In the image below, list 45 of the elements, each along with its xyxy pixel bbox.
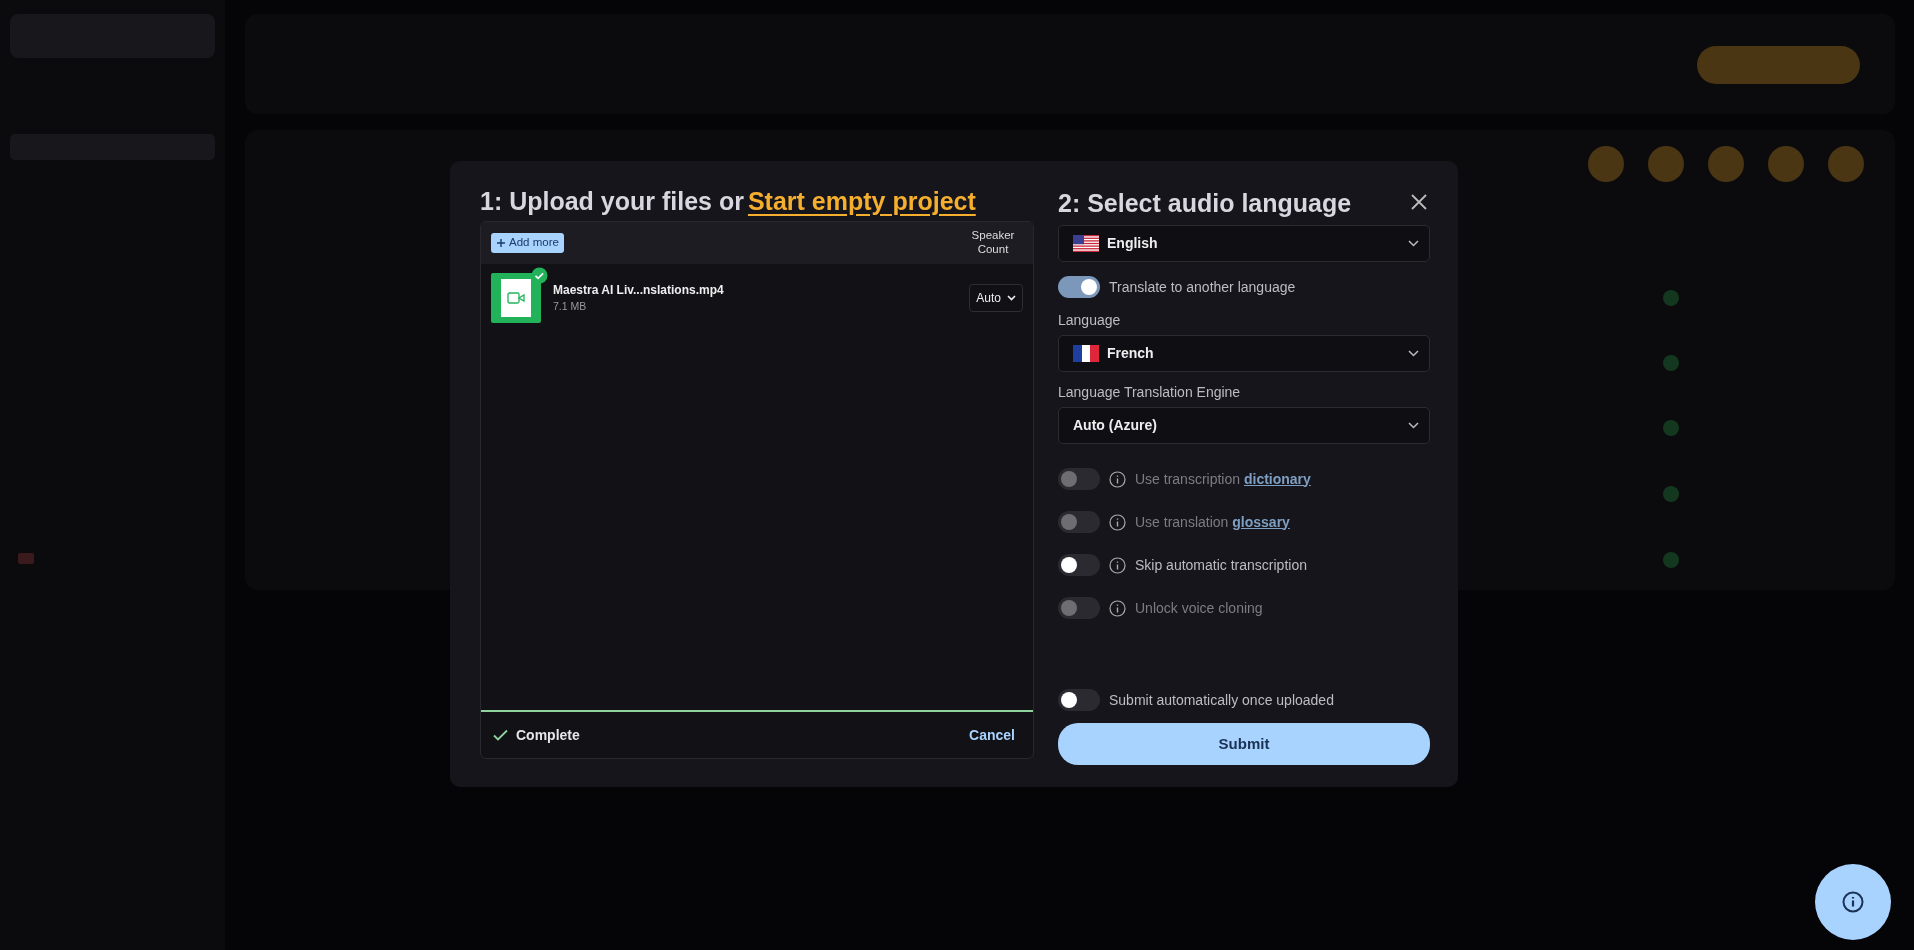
language-select[interactable]: English (1058, 225, 1430, 262)
toggle-label: Submit automatically once uploaded (1109, 690, 1334, 710)
status-dot (1663, 420, 1679, 436)
info-icon[interactable] (1109, 470, 1126, 488)
option-label: Unlock voice cloning (1135, 598, 1263, 618)
toggle-switch[interactable] (1058, 554, 1100, 576)
chevron-down-icon (1007, 295, 1016, 301)
info-icon[interactable] (1109, 513, 1126, 531)
dialog-heading: 2: Select audio language (1058, 188, 1352, 219)
option-label: Use transcription dictionary (1135, 469, 1311, 489)
info-icon[interactable] (1109, 599, 1126, 617)
chevron-down-icon (1408, 350, 1419, 357)
status-dot (1663, 552, 1679, 568)
france-flag-icon (1073, 345, 1099, 362)
cancel-button[interactable]: Cancel (963, 723, 1021, 747)
field-label: Language (1058, 311, 1122, 330)
video-camera-icon (507, 292, 525, 304)
field-label: Language Translation Engine (1058, 383, 1242, 402)
chevron-down-icon (1408, 422, 1419, 429)
toggle-switch[interactable] (1058, 689, 1100, 711)
column-header: Speaker Count (970, 229, 1016, 257)
file-name: Maestra AI Liv...nslations.mp4 (553, 282, 724, 300)
add-more-button[interactable]: Add more (491, 233, 564, 253)
speaker-count-select[interactable]: Auto (969, 284, 1023, 312)
engine-select[interactable]: Auto (Azure) (1058, 407, 1430, 444)
info-icon[interactable] (1109, 556, 1126, 574)
toggle-label: Translate to another language (1109, 277, 1296, 297)
status-dot (1663, 486, 1679, 502)
language-select[interactable]: French (1058, 335, 1430, 372)
chevron-down-icon (1408, 240, 1419, 247)
plus-icon (496, 238, 506, 248)
flag-icon (18, 553, 34, 564)
start-empty-project-link[interactable]: Start empty project (747, 187, 976, 215)
status-dot (1663, 290, 1679, 306)
submit-button[interactable]: Submit (1058, 723, 1430, 765)
file-size: 7.1 MB (553, 299, 588, 315)
option-label: Use translation glossary (1135, 512, 1290, 532)
toggle-switch[interactable] (1058, 276, 1100, 298)
dialog-heading: 1: Upload your files or (480, 187, 744, 215)
check-icon (493, 729, 508, 741)
info-icon (1842, 891, 1864, 913)
status-dot (1663, 355, 1679, 371)
upload-status: Complete (516, 725, 580, 745)
us-flag-icon (1073, 235, 1099, 252)
option-label: Skip automatic transcription (1135, 555, 1307, 575)
